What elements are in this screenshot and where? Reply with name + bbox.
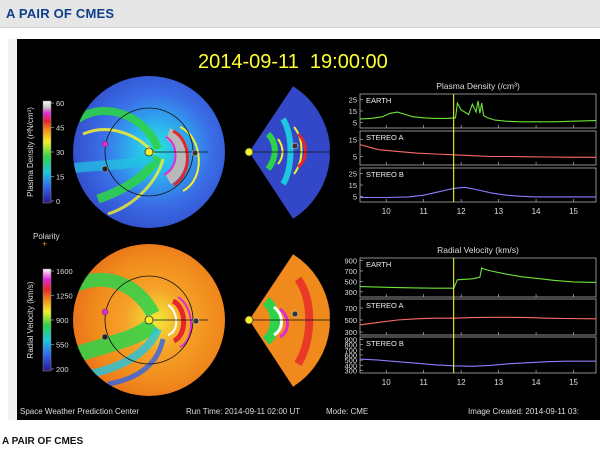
- footer-runtime: Run Time: 2014-09-11 02:00 UT: [186, 407, 300, 416]
- x-tick-label: 15: [569, 207, 578, 216]
- y-tick-label: 700: [344, 267, 357, 276]
- image-caption: A PAIR OF CMES: [2, 436, 84, 447]
- x-tick-label: 12: [457, 207, 466, 216]
- x-tick-label: 13: [494, 207, 503, 216]
- left-margin-strip: [8, 39, 17, 420]
- timestamp: 2014-09-11 19:00:00: [198, 51, 388, 73]
- velocity-disk: [73, 244, 225, 396]
- footer-mode: Mode: CME: [326, 407, 368, 416]
- series-name: STEREO B: [366, 339, 404, 348]
- colorbar-velocity-tick-label: 200: [56, 365, 69, 374]
- y-tick-label: 500: [344, 277, 357, 286]
- colorbar-velocity-tick-label: 1250: [56, 292, 73, 301]
- series-name: STEREO A: [366, 133, 404, 142]
- x-tick-label: 10: [382, 378, 391, 387]
- colorbar-density-tick-label: 30: [56, 148, 64, 157]
- y-tick-label: 500: [344, 316, 357, 325]
- colorbar-velocity: Radial Velocity (km/s) 1600 1250 900 550 200: [26, 267, 73, 374]
- chart-title: Radial Velocity (km/s): [437, 245, 519, 255]
- colorbar-density-tick-label: 60: [56, 99, 64, 108]
- chart-group: Plasma Density (/cm³) 5 15 25 EARTH 5 15 STEREO…: [349, 81, 597, 216]
- colorbar-density-label: Plasma Density (r²N/cm³): [26, 107, 35, 197]
- y-tick-label: 300: [344, 288, 357, 297]
- chart-title: Plasma Density (/cm³): [436, 81, 520, 91]
- x-tick-label: 15: [569, 378, 578, 387]
- y-tick-label: 5: [353, 118, 357, 127]
- y-tick-label: 25: [349, 96, 357, 105]
- x-tick-label: 14: [532, 207, 541, 216]
- y-tick-label: 25: [349, 170, 357, 179]
- y-tick-label: 15: [349, 107, 357, 116]
- series-name: STEREO A: [366, 301, 404, 310]
- velocity-wedge: [244, 253, 331, 388]
- y-tick-label: 700: [344, 304, 357, 313]
- x-tick-label: 11: [420, 207, 429, 216]
- colorbar-density-tick-label: 15: [56, 173, 64, 182]
- colorbar-velocity-tick-label: 1600: [56, 267, 73, 276]
- cme-figure: 2014-09-11 19:00:00 Plasma Density (r²N/…: [8, 39, 597, 420]
- y-tick-label: 5: [353, 153, 357, 162]
- chart-group: Radial Velocity (km/s)300500700900 EARTH3…: [344, 245, 597, 387]
- series-name: STEREO B: [366, 170, 404, 179]
- density-wedge: [244, 85, 331, 220]
- y-tick-label: 900: [344, 257, 357, 266]
- figure-panel: 2014-09-11 19:00:00 Plasma Density (r²N/…: [8, 39, 600, 420]
- chart-panel-frame: [359, 93, 597, 129]
- y-tick-label: 5: [353, 192, 357, 201]
- x-tick-label: 13: [494, 378, 503, 387]
- colorbar-density: Plasma Density (r²N/cm³) 60 45 30 15 0: [26, 99, 64, 206]
- y-tick-label: 15: [349, 181, 357, 190]
- y-tick-label: 15: [349, 136, 357, 145]
- x-tick-label: 10: [382, 207, 391, 216]
- colorbar-density-tick-label: 0: [56, 197, 60, 206]
- x-tick-label: 11: [420, 378, 429, 387]
- density-disk: [73, 76, 225, 228]
- y-tick-label: 900: [344, 336, 357, 345]
- page-header: A PAIR OF CMES: [0, 0, 600, 28]
- footer-created: Image Created: 2014-09-11 03:: [468, 407, 579, 416]
- series-name: EARTH: [366, 96, 391, 105]
- colorbar-velocity-tick-label: 900: [56, 316, 69, 325]
- x-tick-label: 14: [532, 378, 541, 387]
- series-name: EARTH: [366, 260, 391, 269]
- colorbar-density-tick-label: 45: [56, 124, 64, 133]
- colorbar-velocity-label: Radial Velocity (km/s): [26, 281, 35, 358]
- colorbar-velocity-tick-label: 550: [56, 341, 69, 350]
- footer-agency: Space Weather Prediction Center: [20, 407, 139, 416]
- polarity-symbol: +: [42, 239, 47, 249]
- time-series-charts: Plasma Density (/cm³) 5 15 25 EARTH 5 15 STEREO…: [344, 81, 597, 387]
- page-title: A PAIR OF CMES: [6, 6, 115, 21]
- x-tick-label: 12: [457, 378, 466, 387]
